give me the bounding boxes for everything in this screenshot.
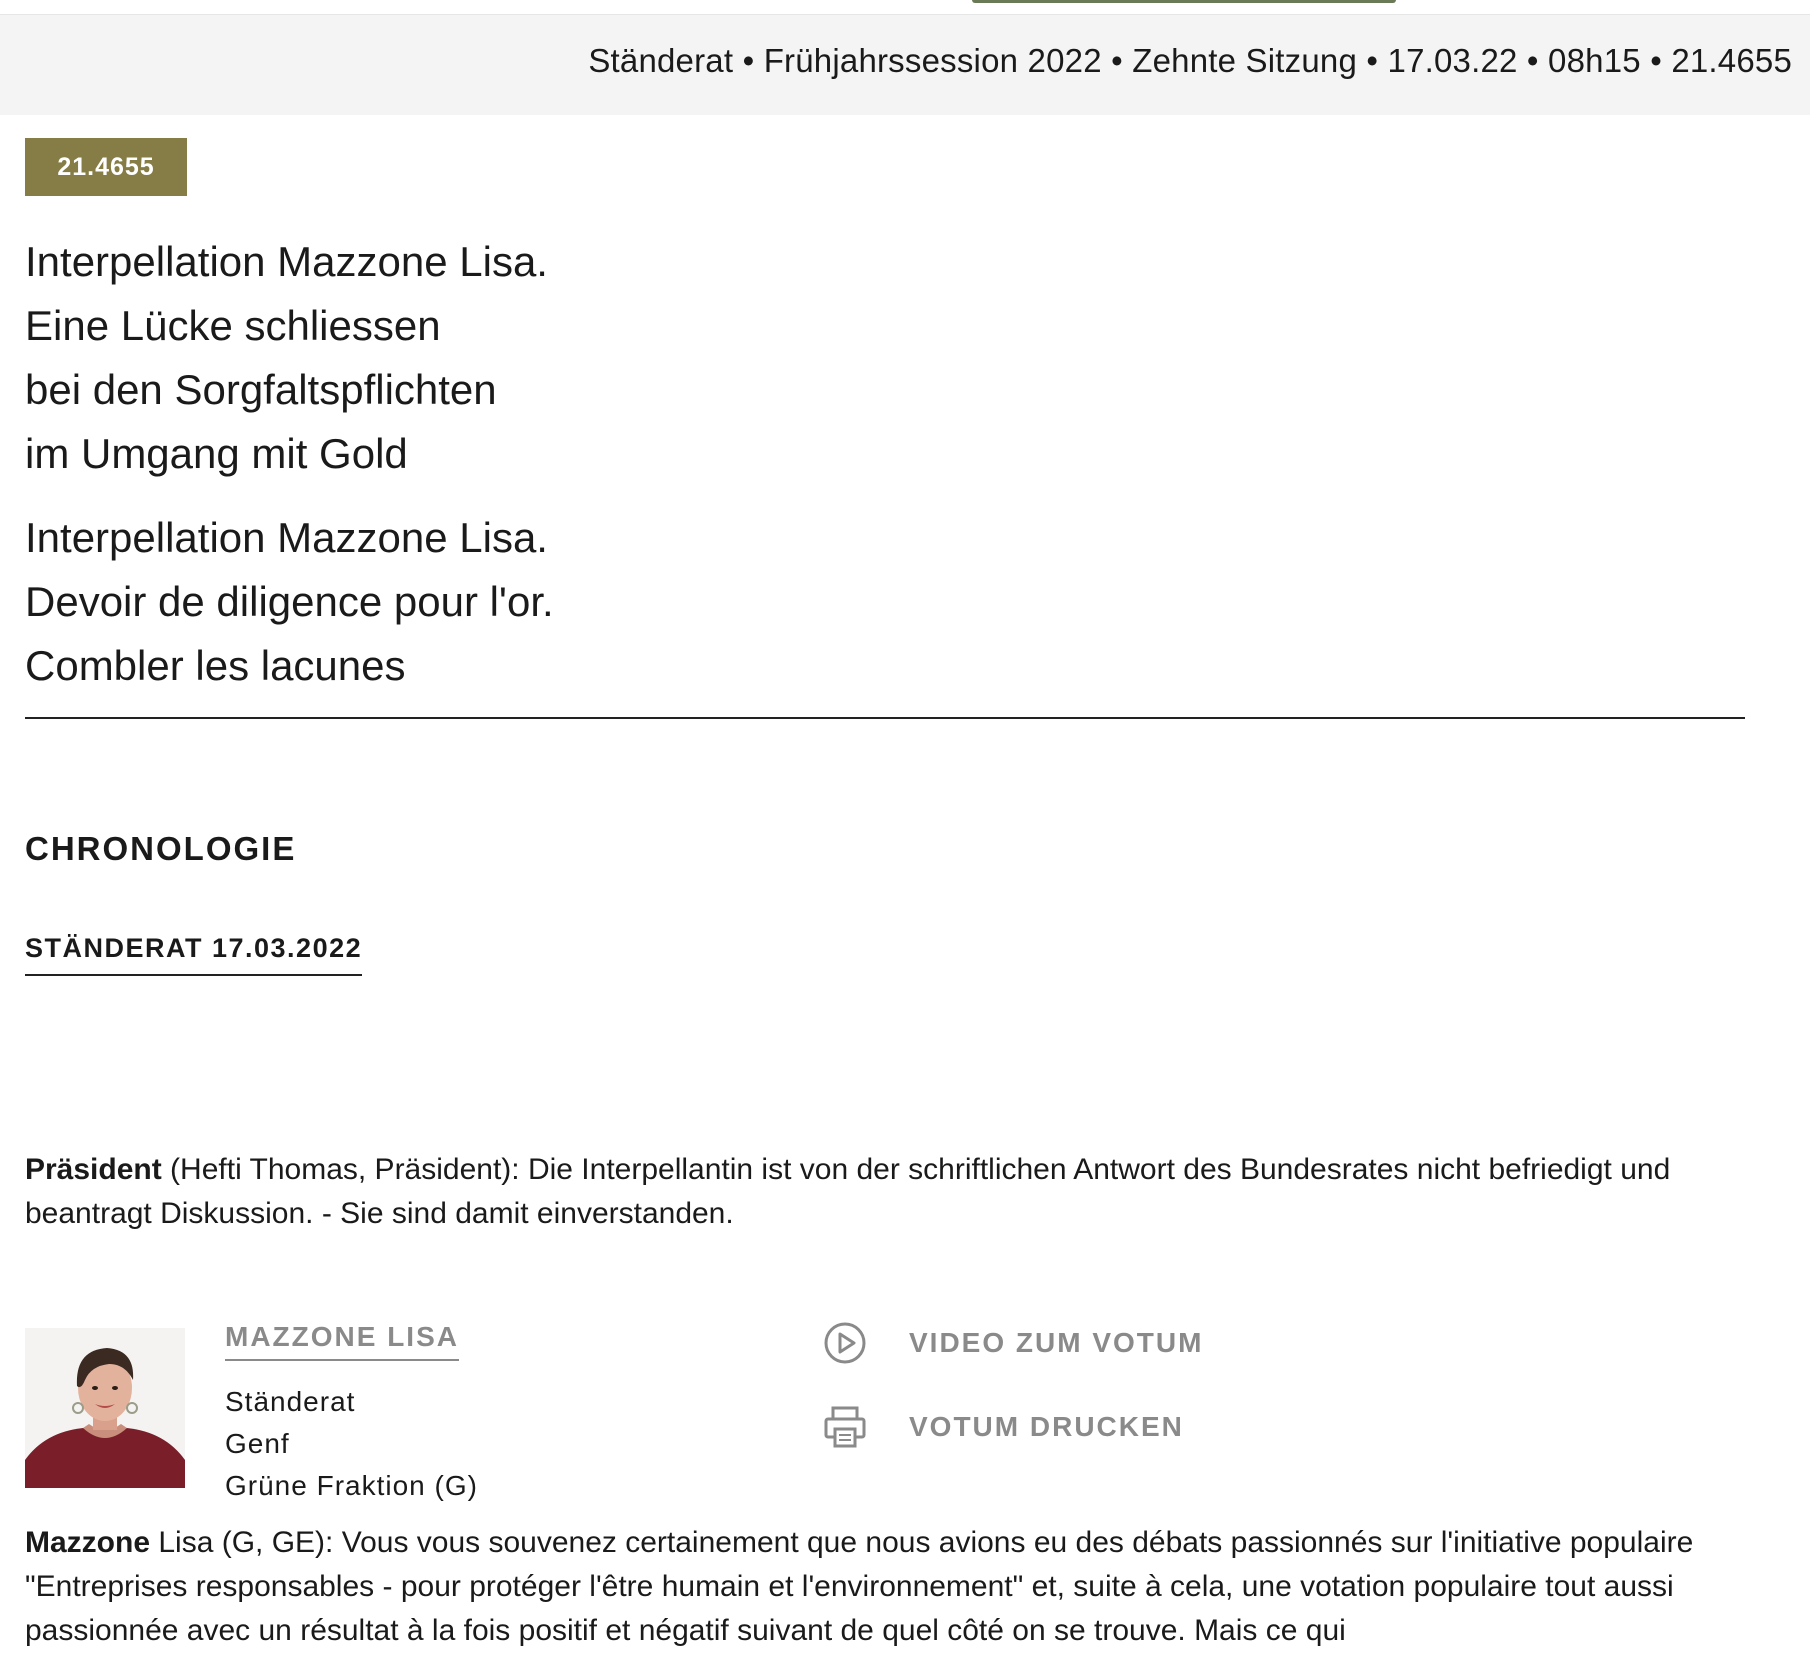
speaker-group: Grüne Fraktion (G) <box>225 1470 478 1501</box>
council-date-link[interactable]: STÄNDERAT 17.03.2022 <box>25 933 363 976</box>
header-bar: Ständerat • Frühjahrssession 2022 • Zehn… <box>0 14 1810 115</box>
speaker-avatar[interactable] <box>25 1328 185 1488</box>
print-votum-label: VOTUM DRUCKEN <box>909 1411 1184 1442</box>
title-line: im Umgang mit Gold <box>25 430 408 477</box>
president-statement: Präsident (Hefti Thomas, Präsident): Die… <box>25 1148 1745 1236</box>
video-votum-label: VIDEO ZUM VOTUM <box>909 1327 1204 1358</box>
title-divider <box>25 717 1745 719</box>
portrait-photo <box>25 1328 185 1488</box>
chronology-heading: CHRONOLOGIE <box>25 830 297 867</box>
printer-icon <box>823 1405 867 1449</box>
business-title-french: Interpellation Mazzone Lisa. Devoir de d… <box>25 506 554 698</box>
print-votum-button[interactable]: VOTUM DRUCKEN <box>823 1405 1184 1449</box>
title-line: Combler les lacunes <box>25 642 406 689</box>
statement-text: (Hefti Thomas, Präsident): Die Interpell… <box>25 1153 1671 1230</box>
play-circle-icon <box>823 1321 867 1365</box>
speaker-name-link[interactable]: MAZZONE LISA <box>225 1321 459 1361</box>
speaker-role: Präsident <box>25 1153 162 1186</box>
business-number-badge: 21.4655 <box>25 138 187 196</box>
title-line: Eine Lücke schliessen <box>25 302 441 349</box>
business-title-german: Interpellation Mazzone Lisa. Eine Lücke … <box>25 230 548 486</box>
title-line: Devoir de diligence pour l'or. <box>25 578 554 625</box>
speaker-canton: Genf <box>225 1428 290 1459</box>
title-line: bei den Sorgfaltspflichten <box>25 366 497 413</box>
video-votum-button[interactable]: VIDEO ZUM VOTUM <box>823 1321 1203 1365</box>
breadcrumb: Ständerat • Frühjahrssession 2022 • Zehn… <box>588 42 1792 79</box>
mazzone-statement: Mazzone Lisa (G, GE): Vous vous souvenez… <box>25 1521 1745 1653</box>
active-tab-indicator <box>972 0 1396 3</box>
statement-text: Lisa (G, GE): Vous vous souvenez certain… <box>25 1526 1694 1647</box>
title-line: Interpellation Mazzone Lisa. <box>25 514 548 561</box>
speaker-surname: Mazzone <box>25 1526 151 1559</box>
speaker-council: Ständerat <box>225 1386 356 1417</box>
title-line: Interpellation Mazzone Lisa. <box>25 238 548 285</box>
speaker-details: Ständerat Genf Grüne Fraktion (G) <box>225 1381 478 1507</box>
